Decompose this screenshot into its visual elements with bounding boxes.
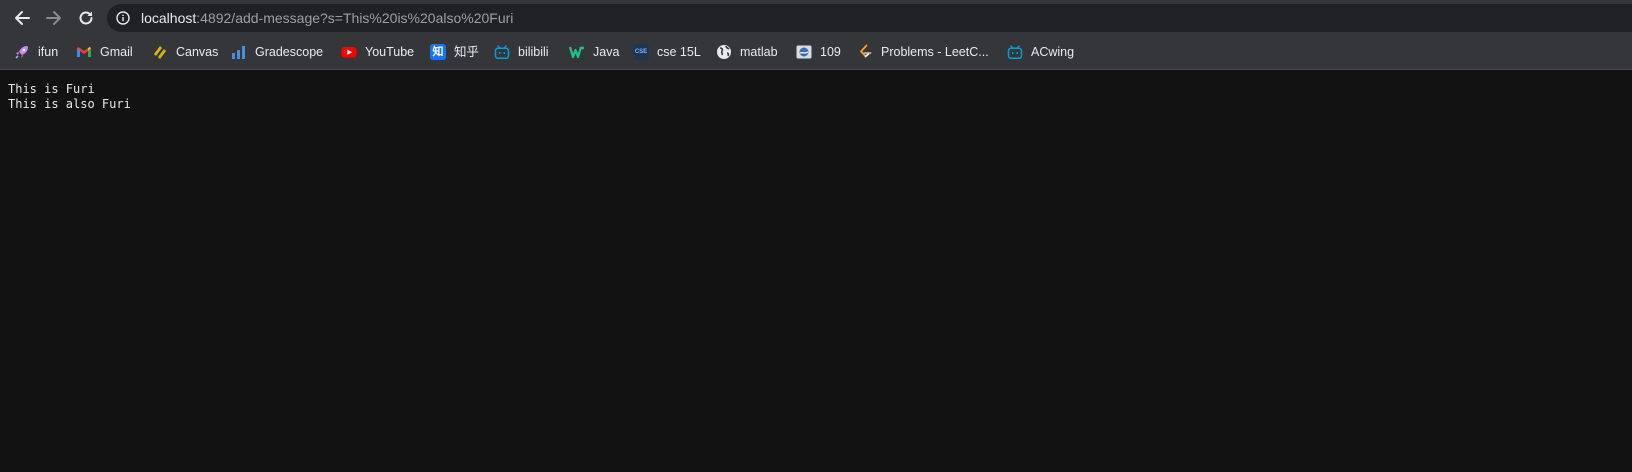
- bookmark-youtube[interactable]: YouTube: [341, 42, 414, 62]
- bookmark-leetcode[interactable]: Problems - LeetC...: [857, 42, 989, 62]
- bookmark-109[interactable]: 109: [796, 42, 841, 62]
- bookmark-gmail[interactable]: Gmail: [76, 42, 133, 62]
- bookmark-label: Gmail: [100, 45, 133, 59]
- bookmark-cse-15l[interactable]: CSE cse 15L: [633, 42, 701, 62]
- url-host: localhost: [141, 10, 197, 26]
- rocket-icon: [14, 44, 30, 60]
- cse-icon: CSE: [633, 44, 649, 60]
- bookmark-label: Gradescope: [255, 45, 324, 59]
- bookmark-label: bilibili: [518, 45, 549, 59]
- bilibili-icon: [494, 44, 510, 60]
- bookmark-ifun[interactable]: ifun: [14, 42, 58, 62]
- address-bar[interactable]: localhost:4892/add-message?s=This%20is%2…: [107, 4, 1632, 32]
- bookmark-label: ACwing: [1031, 45, 1075, 59]
- bookmark-gradescope[interactable]: Gradescope: [231, 42, 323, 62]
- bookmark-label: YouTube: [365, 45, 415, 59]
- forward-button[interactable]: [41, 5, 67, 31]
- canvas-icon: [152, 44, 168, 60]
- bookmark-label: matlab: [740, 45, 778, 59]
- bilibili-icon: [1007, 44, 1023, 60]
- gradescope-icon: [231, 44, 247, 60]
- bookmark-label: Java: [593, 45, 620, 59]
- info-icon[interactable]: [116, 11, 130, 25]
- zhihu-glyph: 知: [430, 44, 446, 60]
- bookmark-label: Canvas: [176, 45, 219, 59]
- youtube-icon: [341, 44, 357, 60]
- page-content: This is Furi This is also Furi: [8, 82, 131, 112]
- java-icon: [569, 44, 585, 60]
- zhihu-icon: 知: [430, 44, 446, 60]
- gmail-icon: [76, 44, 92, 60]
- bookmark-label: cse 15L: [657, 45, 701, 59]
- reload-button[interactable]: [73, 5, 99, 31]
- browser-toolbar: localhost:4892/add-message?s=This%20is%2…: [0, 0, 1632, 35]
- cse-glyph: CSE: [633, 44, 649, 60]
- bookmark-canvas[interactable]: Canvas: [152, 42, 218, 62]
- message-line: This is Furi: [8, 82, 95, 96]
- bookmark-zhihu[interactable]: 知 知乎: [430, 42, 479, 62]
- bookmark-label: Problems - LeetC...: [881, 45, 989, 59]
- browser-window: localhost:4892/add-message?s=This%20is%2…: [0, 0, 1632, 472]
- image-icon: [796, 44, 812, 60]
- url-text[interactable]: localhost:4892/add-message?s=This%20is%2…: [141, 10, 513, 26]
- bookmark-acwing[interactable]: ACwing: [1007, 42, 1074, 62]
- message-line: This is also Furi: [8, 97, 131, 111]
- leetcode-icon: [857, 44, 873, 60]
- arrow-right-icon: [46, 11, 61, 25]
- bookmarks-bar: ifun Gmail Canvas Gradescope YouTube 知 知…: [0, 35, 1632, 70]
- bookmark-matlab[interactable]: matlab: [716, 42, 778, 62]
- globe-icon: [716, 44, 732, 60]
- back-button[interactable]: [9, 5, 35, 31]
- bookmark-label: 知乎: [454, 45, 480, 59]
- bookmark-java[interactable]: Java: [569, 42, 619, 62]
- reload-icon: [79, 11, 93, 25]
- url-path: :4892/add-message?s=This%20is%20also%20F…: [196, 10, 514, 26]
- bookmark-bilibili[interactable]: bilibili: [494, 42, 549, 62]
- arrow-left-icon: [15, 11, 30, 25]
- bookmark-label: ifun: [38, 45, 59, 59]
- bookmark-label: 109: [820, 45, 841, 59]
